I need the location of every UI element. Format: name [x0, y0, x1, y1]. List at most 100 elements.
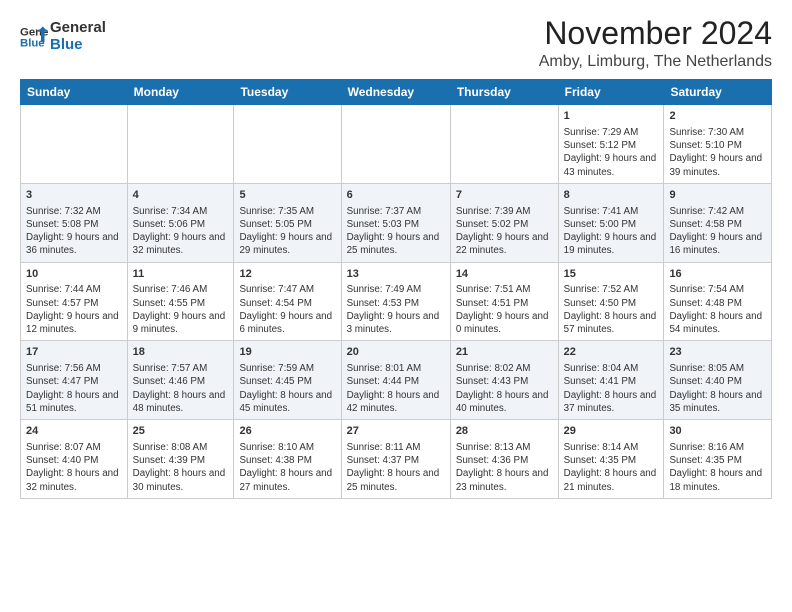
- day-info: Sunrise: 7:52 AMSunset: 4:50 PMDaylight:…: [564, 283, 659, 336]
- calendar-cell: 18Sunrise: 7:57 AMSunset: 4:46 PMDayligh…: [127, 341, 234, 420]
- logo-line2: Blue: [50, 37, 106, 54]
- calendar-cell: 21 Sunrise: 8:02 AMSunset: 4:43 PMDayligh…: [450, 341, 558, 420]
- day-number: 19: [239, 345, 335, 360]
- day-number: 6: [347, 188, 445, 203]
- day-number: 10: [26, 267, 122, 282]
- day-number: 24: [26, 424, 122, 439]
- day-number: 20: [347, 345, 445, 360]
- day-number: 4: [133, 188, 229, 203]
- week-row-4: 17 Sunrise: 7:56 AMSunset: 4:47 PMDayligh…: [21, 341, 772, 420]
- day-number: 30: [669, 424, 766, 439]
- calendar-cell: 10Sunrise: 7:44 AMSunset: 4:57 PMDayligh…: [21, 262, 128, 341]
- week-row-3: 10Sunrise: 7:44 AMSunset: 4:57 PMDayligh…: [21, 262, 772, 341]
- day-info: Sunrise: 7:44 AMSunset: 4:57 PMDaylight:…: [26, 283, 122, 336]
- day-info: Sunrise: 8:08 AMSunset: 4:39 PMDaylight:…: [133, 441, 229, 494]
- calendar-cell: 16Sunrise: 7:54 AMSunset: 4:48 PMDayligh…: [664, 262, 772, 341]
- day-number: 2: [669, 109, 766, 124]
- day-info: Sunrise: 7:46 AMSunset: 4:55 PMDaylight:…: [133, 283, 229, 336]
- calendar-cell: 14Sunrise: 7:51 AMSunset: 4:51 PMDayligh…: [450, 262, 558, 341]
- main-title: November 2024: [539, 16, 772, 51]
- week-row-2: 3 Sunrise: 7:32 AMSunset: 5:08 PMDaylight…: [21, 183, 772, 262]
- day-info: Sunrise: 8:04 AMSunset: 4:41 PMDaylight:…: [564, 362, 659, 415]
- day-number: 25: [133, 424, 229, 439]
- calendar-cell: 15Sunrise: 7:52 AMSunset: 4:50 PMDayligh…: [558, 262, 664, 341]
- calendar-cell: 26 Sunrise: 8:10 AMSunset: 4:38 PMDayligh…: [234, 420, 341, 499]
- logo: General Blue General Blue: [20, 20, 106, 53]
- calendar-cell: 28 Sunrise: 8:13 AMSunset: 4:36 PMDayligh…: [450, 420, 558, 499]
- calendar-cell: [21, 105, 128, 184]
- calendar-cell: 7 Sunrise: 7:39 AMSunset: 5:02 PMDaylight…: [450, 183, 558, 262]
- title-block: November 2024 Amby, Limburg, The Netherl…: [539, 16, 772, 71]
- calendar-cell: 2 Sunrise: 7:30 AMSunset: 5:10 PMDaylight…: [664, 105, 772, 184]
- day-number: 3: [26, 188, 122, 203]
- calendar-cell: 17 Sunrise: 7:56 AMSunset: 4:47 PMDayligh…: [21, 341, 128, 420]
- week-row-5: 24Sunrise: 8:07 AMSunset: 4:40 PMDayligh…: [21, 420, 772, 499]
- svg-text:Blue: Blue: [20, 37, 45, 49]
- day-number: 11: [133, 267, 229, 282]
- calendar-cell: [341, 105, 450, 184]
- day-info: Sunrise: 7:34 AMSunset: 5:06 PMDaylight:…: [133, 205, 229, 258]
- day-number: 13: [347, 267, 445, 282]
- week-row-1: 1 Sunrise: 7:29 AMSunset: 5:12 PMDaylight…: [21, 105, 772, 184]
- calendar-cell: [450, 105, 558, 184]
- calendar-cell: 4 Sunrise: 7:34 AMSunset: 5:06 PMDaylight…: [127, 183, 234, 262]
- calendar-table: Sunday Monday Tuesday Wednesday Thursday…: [20, 79, 772, 499]
- day-number: 1: [564, 109, 659, 124]
- calendar-cell: 5Sunrise: 7:35 AMSunset: 5:05 PMDaylight…: [234, 183, 341, 262]
- calendar-cell: 13Sunrise: 7:49 AMSunset: 4:53 PMDayligh…: [341, 262, 450, 341]
- day-info: Sunrise: 7:37 AMSunset: 5:03 PMDaylight:…: [347, 205, 445, 258]
- day-number: 16: [669, 267, 766, 282]
- subtitle: Amby, Limburg, The Netherlands: [539, 53, 772, 71]
- day-info: Sunrise: 8:02 AMSunset: 4:43 PMDaylight:…: [456, 362, 553, 415]
- day-info: Sunrise: 8:13 AMSunset: 4:36 PMDaylight:…: [456, 441, 553, 494]
- logo-icon: General Blue: [20, 23, 48, 51]
- calendar-cell: 22 Sunrise: 8:04 AMSunset: 4:41 PMDayligh…: [558, 341, 664, 420]
- calendar-cell: 23Sunrise: 8:05 AMSunset: 4:40 PMDayligh…: [664, 341, 772, 420]
- calendar-header-row: Sunday Monday Tuesday Wednesday Thursday…: [21, 80, 772, 105]
- calendar-cell: 29 Sunrise: 8:14 AMSunset: 4:35 PMDayligh…: [558, 420, 664, 499]
- col-tuesday: Tuesday: [234, 80, 341, 105]
- header: General Blue General Blue November 2024 …: [20, 16, 772, 71]
- day-info: Sunrise: 8:10 AMSunset: 4:38 PMDaylight:…: [239, 441, 335, 494]
- day-number: 7: [456, 188, 553, 203]
- day-info: Sunrise: 7:56 AMSunset: 4:47 PMDaylight:…: [26, 362, 122, 415]
- col-monday: Monday: [127, 80, 234, 105]
- day-info: Sunrise: 7:59 AMSunset: 4:45 PMDaylight:…: [239, 362, 335, 415]
- calendar-cell: 9Sunrise: 7:42 AMSunset: 4:58 PMDaylight…: [664, 183, 772, 262]
- day-info: Sunrise: 7:39 AMSunset: 5:02 PMDaylight:…: [456, 205, 553, 258]
- calendar-cell: 3 Sunrise: 7:32 AMSunset: 5:08 PMDaylight…: [21, 183, 128, 262]
- logo-line1: General: [50, 20, 106, 37]
- day-info: Sunrise: 8:01 AMSunset: 4:44 PMDaylight:…: [347, 362, 445, 415]
- day-info: Sunrise: 7:51 AMSunset: 4:51 PMDaylight:…: [456, 283, 553, 336]
- day-number: 9: [669, 188, 766, 203]
- day-number: 18: [133, 345, 229, 360]
- day-number: 8: [564, 188, 659, 203]
- day-info: Sunrise: 7:29 AMSunset: 5:12 PMDaylight:…: [564, 126, 659, 179]
- calendar-cell: 24Sunrise: 8:07 AMSunset: 4:40 PMDayligh…: [21, 420, 128, 499]
- day-number: 22: [564, 345, 659, 360]
- day-info: Sunrise: 7:35 AMSunset: 5:05 PMDaylight:…: [239, 205, 335, 258]
- day-number: 12: [239, 267, 335, 282]
- day-number: 23: [669, 345, 766, 360]
- day-info: Sunrise: 7:30 AMSunset: 5:10 PMDaylight:…: [669, 126, 766, 179]
- day-number: 17: [26, 345, 122, 360]
- day-info: Sunrise: 8:14 AMSunset: 4:35 PMDaylight:…: [564, 441, 659, 494]
- calendar-cell: 30 Sunrise: 8:16 AMSunset: 4:35 PMDayligh…: [664, 420, 772, 499]
- page: General Blue General Blue November 2024 …: [0, 0, 792, 612]
- calendar-cell: [234, 105, 341, 184]
- calendar-cell: 8Sunrise: 7:41 AMSunset: 5:00 PMDaylight…: [558, 183, 664, 262]
- col-sunday: Sunday: [21, 80, 128, 105]
- calendar-cell: 25 Sunrise: 8:08 AMSunset: 4:39 PMDayligh…: [127, 420, 234, 499]
- calendar-cell: 20 Sunrise: 8:01 AMSunset: 4:44 PMDayligh…: [341, 341, 450, 420]
- col-saturday: Saturday: [664, 80, 772, 105]
- day-info: Sunrise: 8:16 AMSunset: 4:35 PMDaylight:…: [669, 441, 766, 494]
- col-friday: Friday: [558, 80, 664, 105]
- day-info: Sunrise: 8:11 AMSunset: 4:37 PMDaylight:…: [347, 441, 445, 494]
- day-number: 21: [456, 345, 553, 360]
- day-info: Sunrise: 7:47 AMSunset: 4:54 PMDaylight:…: [239, 283, 335, 336]
- col-thursday: Thursday: [450, 80, 558, 105]
- day-info: Sunrise: 7:32 AMSunset: 5:08 PMDaylight:…: [26, 205, 122, 258]
- day-number: 29: [564, 424, 659, 439]
- day-number: 28: [456, 424, 553, 439]
- day-number: 26: [239, 424, 335, 439]
